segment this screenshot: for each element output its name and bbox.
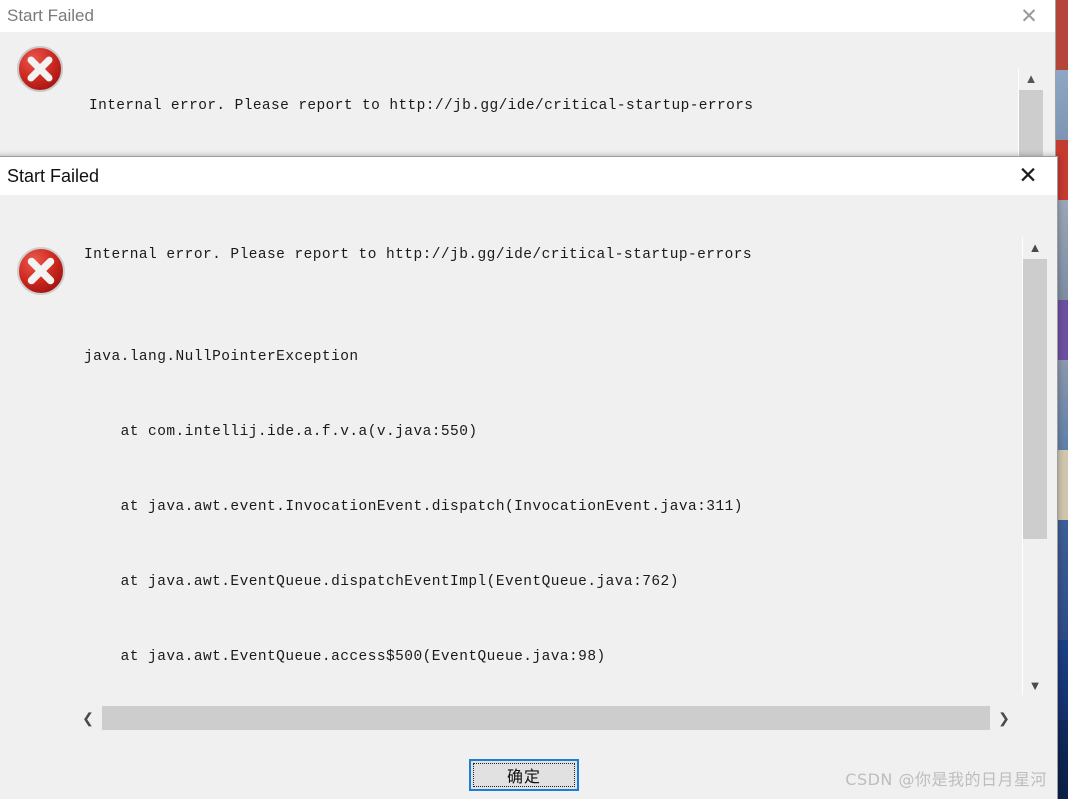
screen: Start Failed ✕ Internal error. Please re… [0,0,1068,799]
scrollbar-thumb[interactable] [1019,90,1043,163]
dialog-titlebar: Start Failed ✕ [0,157,1057,195]
vertical-scrollbar[interactable]: ▲ ▼ [1022,237,1047,695]
horizontal-scrollbar[interactable]: ❮ ❯ [77,705,1015,731]
dialog-title: Start Failed [7,165,100,186]
dialog-headline: Internal error. Please report to http://… [84,247,753,263]
background-dialog-text: Internal error. Please report to http://… [89,54,995,163]
background-dialog-content: Internal error. Please report to http://… [0,32,1055,163]
trace-line: at java.awt.EventQueue.access$500(EventQ… [84,649,606,665]
ok-button-label: 确定 [473,763,575,787]
error-circle-x-icon [15,245,67,297]
close-icon[interactable]: ✕ [1011,2,1047,30]
chevron-up-icon[interactable]: ▲ [1023,237,1047,257]
start-failed-dialog: Start Failed ✕ Internal error. Please re… [0,156,1058,799]
trace-line: at java.awt.EventQueue.dispatchEventImpl… [84,574,679,590]
dialog-body: Internal error. Please report to http://… [0,195,1057,753]
error-message-pane: Internal error. Please report to http://… [77,237,1015,695]
background-dialog-titlebar: Start Failed ✕ [0,0,1055,32]
error-circle-x-icon [15,44,65,94]
chevron-down-icon[interactable]: ▼ [1023,675,1047,695]
background-dialog-headline: Internal error. Please report to http://… [89,98,754,114]
chevron-left-icon[interactable]: ❮ [77,705,99,731]
stack-trace: java.lang.NullPointerException at com.in… [77,263,1015,695]
ok-button[interactable]: 确定 [469,759,579,791]
trace-line: java.lang.NullPointerException [84,349,359,365]
csdn-watermark: CSDN @你是我的日月星河 [845,770,1047,789]
chevron-right-icon[interactable]: ❯ [993,705,1015,731]
vertical-scrollbar-thumb[interactable] [1023,259,1047,539]
trace-line: at com.intellij.ide.a.f.v.a(v.java:550) [84,424,478,440]
background-start-failed-dialog: Start Failed ✕ Internal error. Please re… [0,0,1056,164]
close-icon[interactable]: ✕ [1005,157,1051,193]
dialog-button-bar: 确定 CSDN @你是我的日月星河 [0,753,1057,799]
horizontal-scrollbar-thumb[interactable] [102,706,990,730]
background-vertical-scrollbar[interactable]: ▲ [1018,68,1043,163]
background-dialog-title: Start Failed [7,6,94,25]
chevron-up-icon[interactable]: ▲ [1019,72,1043,86]
trace-line: at java.awt.event.InvocationEvent.dispat… [84,499,743,515]
